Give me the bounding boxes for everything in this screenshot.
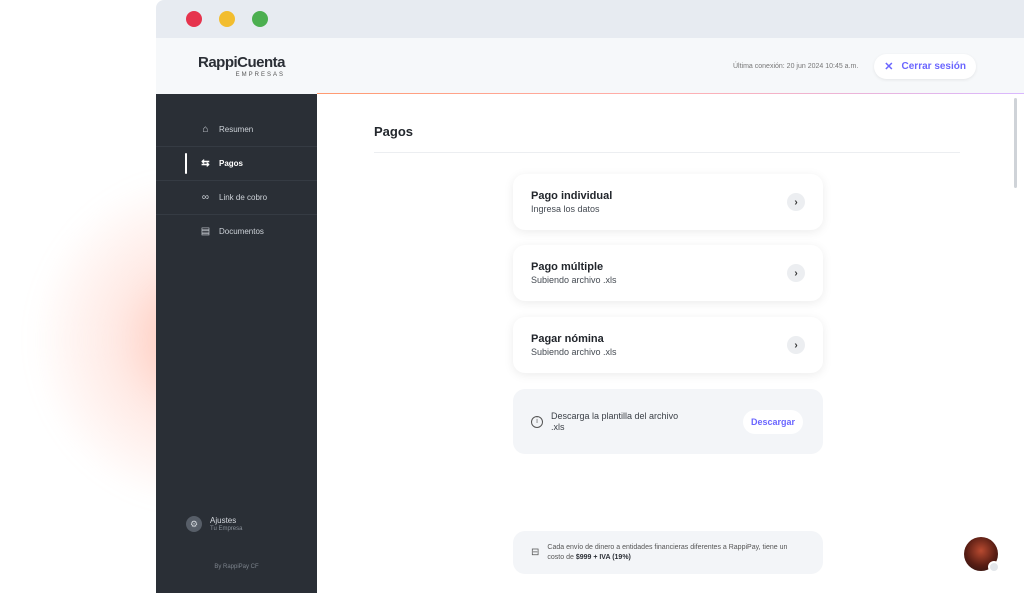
sidebar: ⌂ Resumen ⇆ Pagos ∞ Link de cobro ▤ Docu…: [156, 94, 317, 593]
sidebar-nav: ⌂ Resumen ⇆ Pagos ∞ Link de cobro ▤ Docu…: [156, 112, 317, 248]
sidebar-item-label: Resumen: [219, 124, 254, 134]
scrollbar[interactable]: [1014, 98, 1017, 188]
card-pago-multiple[interactable]: Pago múltiple Subiendo archivo .xls ›: [513, 245, 823, 301]
sidebar-item-documentos[interactable]: ▤ Documentos: [156, 214, 317, 248]
download-text: Descarga la plantilla del archivo .xls: [551, 411, 679, 432]
header-right: Última conexión: 20 jun 2024 10:45 a.m. …: [732, 53, 976, 79]
app-header: RappiCuenta EMPRESAS Última conexión: 20…: [156, 38, 1024, 95]
download-template-box: i Descarga la plantilla del archivo .xls…: [513, 389, 823, 454]
home-icon: ⌂: [202, 123, 209, 135]
sidebar-item-resumen[interactable]: ⌂ Resumen: [156, 112, 317, 146]
chevron-right-icon: ›: [787, 336, 805, 354]
logo[interactable]: RappiCuenta EMPRESAS: [198, 54, 286, 78]
sidebar-item-pagos[interactable]: ⇆ Pagos: [156, 146, 317, 180]
cost-notice: ⊟ Cada envío de dinero a entidades finan…: [513, 531, 823, 574]
page-title: Pagos: [374, 124, 414, 139]
notice-cost: $999 + IVA (19%): [575, 553, 631, 561]
logout-button[interactable]: ✕ Cerrar sesión: [874, 53, 976, 79]
window-titlebar: [156, 0, 1024, 38]
logo-sub-text: EMPRESAS: [235, 72, 286, 78]
gear-icon: ⚙: [186, 516, 202, 532]
logo-main-text: RappiCuenta: [198, 54, 286, 71]
card-subtitle: Subiendo archivo .xls: [531, 275, 617, 285]
status-badge: [988, 561, 1000, 573]
last-connection: Última conexión: 20 jun 2024 10:45 a.m.: [732, 62, 859, 70]
card-subtitle: Subiendo archivo .xls: [531, 347, 617, 357]
info-icon: i: [531, 415, 543, 428]
settings-title: Ajustes: [210, 516, 237, 525]
card-pagar-nomina[interactable]: Pagar nómina Subiendo archivo .xls ›: [513, 317, 823, 373]
chevron-right-icon: ›: [787, 193, 805, 211]
card-title: Pagar nómina: [531, 333, 604, 345]
title-divider: [374, 152, 960, 153]
sidebar-item-label: Documentos: [219, 227, 264, 236]
bank-icon: ⊟: [531, 547, 540, 558]
notice-text: Cada envío de dinero a entidades financi…: [547, 543, 805, 561]
app-window: RappiCuenta EMPRESAS Última conexión: 20…: [156, 0, 1024, 593]
window-maximize-button[interactable]: [252, 11, 268, 27]
main-content: Pagos Pago individual Ingresa los datos …: [317, 94, 1024, 593]
card-title: Pago múltiple: [531, 261, 604, 273]
close-icon: ✕: [884, 60, 894, 73]
window-minimize-button[interactable]: [219, 11, 235, 27]
sidebar-item-label: Link de cobro: [219, 193, 268, 202]
sidebar-footer: By RappiPay CF: [214, 564, 259, 570]
sidebar-item-link-de-cobro[interactable]: ∞ Link de cobro: [156, 180, 317, 214]
download-button[interactable]: Descargar: [742, 409, 803, 434]
settings-button[interactable]: ⚙ Ajustes Tu Empresa: [186, 516, 242, 532]
sidebar-item-label: Pagos: [219, 159, 244, 168]
card-pago-individual[interactable]: Pago individual Ingresa los datos ›: [513, 174, 823, 230]
chevron-right-icon: ›: [787, 264, 805, 282]
card-title: Pago individual: [531, 190, 613, 202]
settings-subtitle: Tu Empresa: [210, 526, 243, 532]
window-close-button[interactable]: [186, 11, 202, 27]
card-subtitle: Ingresa los datos: [531, 204, 600, 214]
link-icon: ∞: [201, 192, 210, 203]
support-chat-avatar[interactable]: [964, 537, 1000, 573]
transfer-icon: ⇆: [201, 158, 210, 169]
document-icon: ▤: [200, 226, 211, 237]
logout-label: Cerrar sesión: [901, 60, 966, 72]
